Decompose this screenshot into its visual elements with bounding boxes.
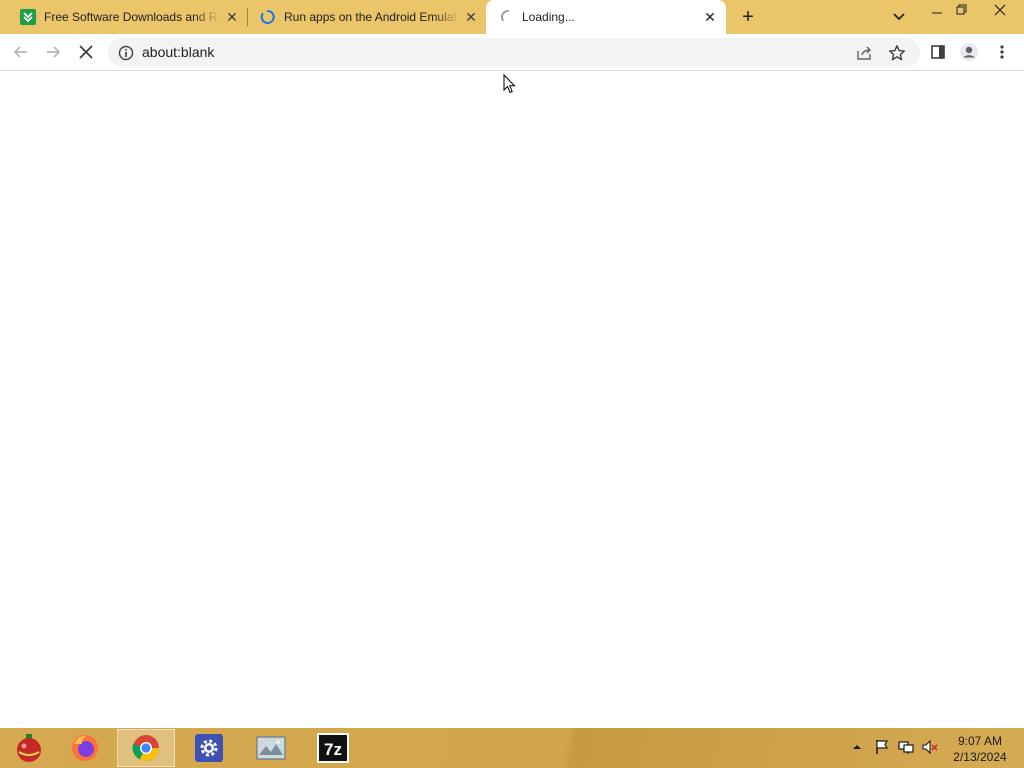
profile-button[interactable]: [959, 42, 979, 62]
stop-loading-button[interactable]: [76, 42, 96, 62]
minimize-icon: [932, 12, 942, 14]
tab-active-loading[interactable]: Loading... ✕: [486, 0, 726, 34]
network-icon: [898, 741, 914, 754]
taskbar-app-firefox[interactable]: [56, 729, 114, 767]
taskbar-app-chrome[interactable]: [117, 729, 175, 767]
back-arrow-icon: [13, 46, 27, 58]
settings-gear-icon: [195, 734, 223, 762]
action-center-flag[interactable]: [873, 738, 891, 756]
taskbar-app-photo-viewer[interactable]: [242, 729, 300, 767]
share-icon[interactable]: [856, 45, 872, 61]
photo-viewer-icon: [256, 736, 286, 760]
restore-button[interactable]: [944, 0, 980, 20]
ornament-icon: [17, 734, 41, 762]
side-panel-button[interactable]: [928, 42, 948, 62]
flag-icon: [876, 740, 889, 754]
forward-button[interactable]: [43, 42, 63, 62]
tab-search-chevron-icon[interactable]: [889, 8, 909, 26]
taskbar-app-settings[interactable]: [180, 729, 238, 767]
close-icon[interactable]: ✕: [702, 9, 718, 25]
clock-time: 9:07 AM: [957, 734, 1003, 748]
tab-title: Run apps on the Android Emulat: [284, 10, 457, 24]
taskbar: 7z: [0, 728, 1024, 768]
mouse-cursor-icon: [503, 74, 516, 94]
new-tab-button[interactable]: +: [738, 7, 758, 27]
tab-android-emulator[interactable]: Run apps on the Android Emulat ✕: [248, 0, 486, 34]
system-clock[interactable]: 9:07 AM 2/13/2024: [944, 733, 1016, 765]
volume-muted-icon: [922, 739, 938, 755]
avatar-icon: [960, 43, 978, 61]
forward-arrow-icon: [47, 46, 61, 58]
address-bar[interactable]: about:blank: [108, 38, 920, 67]
tab-title: Free Software Downloads and Re: [44, 10, 220, 24]
7zip-label: 7z: [324, 740, 342, 759]
clock-date: 2/13/2024: [953, 750, 1007, 764]
side-panel-icon: [931, 45, 945, 59]
url-text[interactable]: about:blank: [142, 45, 214, 60]
softonic-icon: [20, 9, 36, 25]
chrome-icon: [132, 735, 160, 762]
7zip-icon: 7z: [317, 733, 349, 763]
tab-softonic[interactable]: Free Software Downloads and Re ✕: [8, 0, 246, 34]
browser-toolbar: about:blank: [0, 34, 1024, 71]
close-icon: [994, 4, 1006, 16]
stop-icon: [79, 45, 93, 59]
show-hidden-icons-button[interactable]: [848, 738, 866, 756]
tab-strip: Free Software Downloads and Re ✕ Run app…: [0, 0, 1024, 34]
back-button[interactable]: [11, 42, 31, 62]
network-status[interactable]: [897, 738, 915, 756]
firefox-icon: [72, 735, 98, 761]
volume-control[interactable]: [921, 738, 939, 756]
taskbar-app-7zip[interactable]: 7z: [304, 729, 362, 767]
taskbar-app-ornament[interactable]: [0, 729, 58, 767]
close-window-button[interactable]: [980, 0, 1020, 20]
close-icon[interactable]: ✕: [224, 9, 240, 25]
close-icon[interactable]: ✕: [463, 9, 479, 25]
restore-icon: [956, 4, 967, 15]
loading-spinner-icon: [501, 10, 509, 21]
loading-spinner-icon: [260, 10, 275, 24]
show-hidden-icons-icon: [853, 745, 861, 749]
tab-title: Loading...: [522, 10, 575, 24]
info-icon[interactable]: [118, 45, 134, 61]
kebab-menu-icon: [1000, 45, 1004, 59]
page-content: [0, 71, 1024, 728]
bookmark-star-icon[interactable]: [888, 44, 906, 62]
menu-button[interactable]: [992, 42, 1012, 62]
